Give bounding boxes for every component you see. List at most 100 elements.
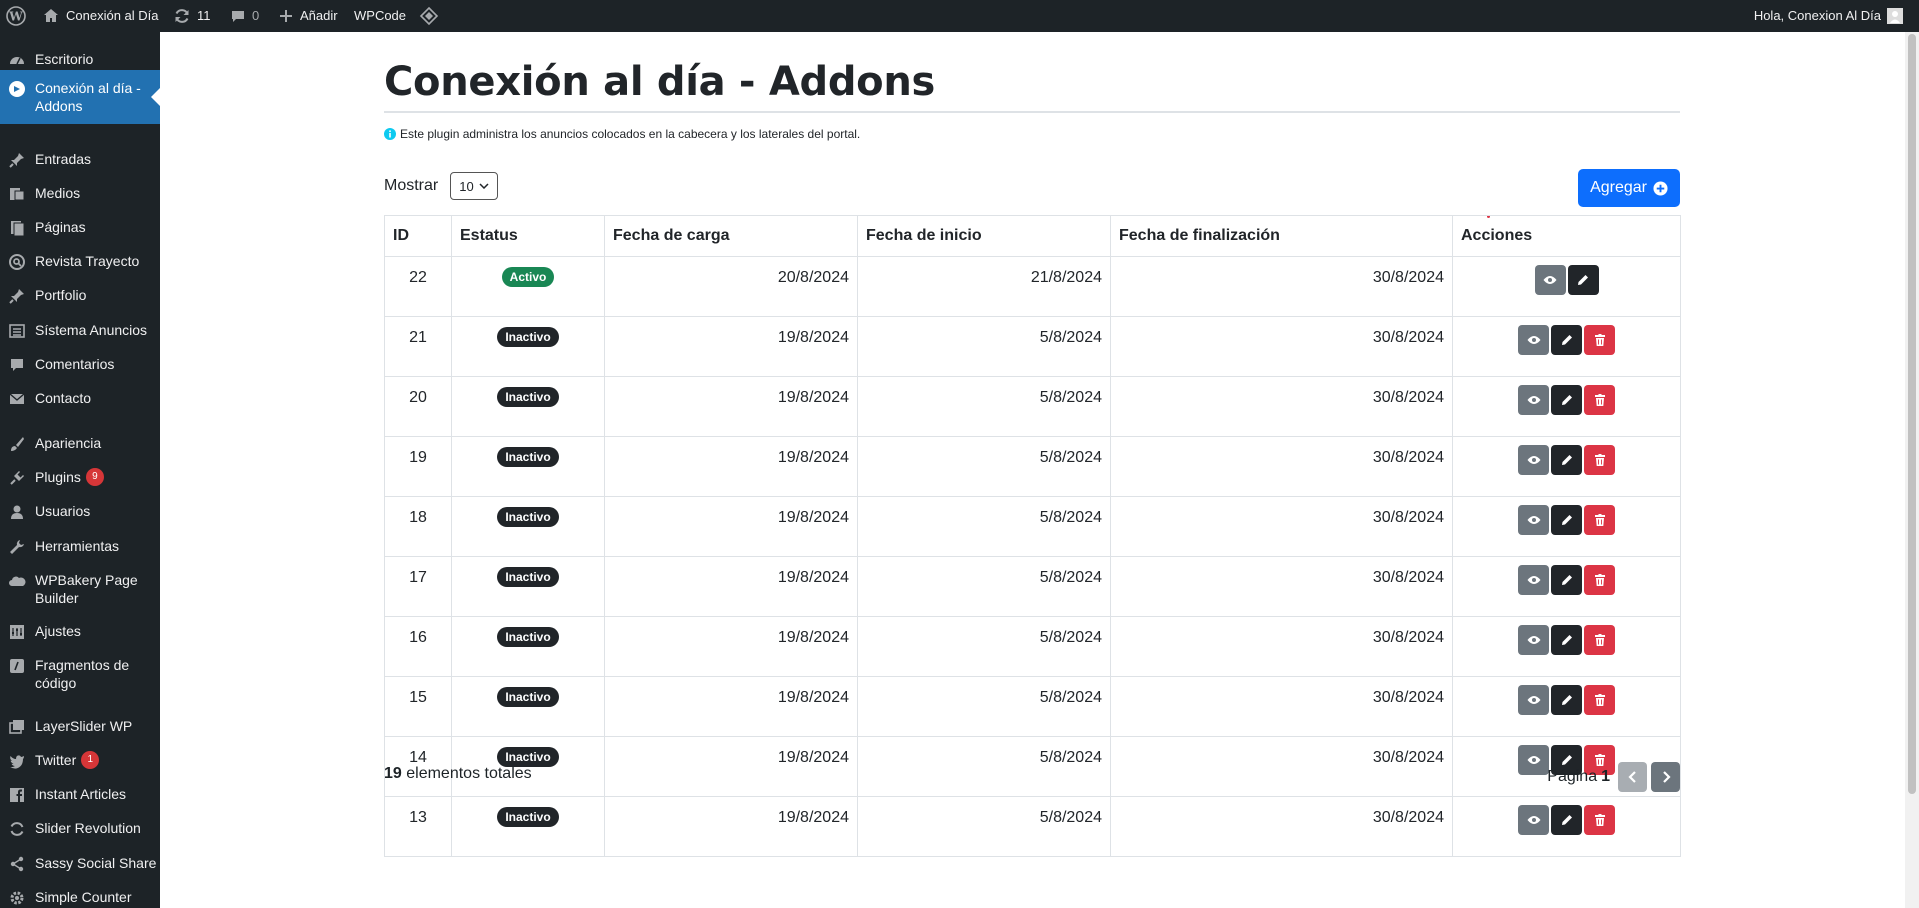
col-header-fecha-fin[interactable]: Fecha de finalización [1110, 215, 1453, 257]
sidebar-item-slider-revolution[interactable]: Slider Revolution [0, 819, 160, 839]
updates-link[interactable]: 11 [173, 0, 211, 32]
view-button[interactable] [1518, 505, 1549, 535]
status-badge: Inactivo [497, 807, 559, 827]
sidebar-item-label: Escritorio [35, 51, 94, 67]
edit-button[interactable] [1567, 265, 1599, 295]
cell-fecha-fin: 30/8/2024 [1110, 676, 1453, 737]
edit-button[interactable] [1551, 325, 1582, 355]
table-header-row: ID Estatus Fecha de carga Fecha de inici… [384, 215, 1681, 257]
pencil-icon [1561, 395, 1572, 405]
comment-icon [7, 355, 27, 375]
wordpress-logo-icon[interactable]: W [6, 0, 26, 32]
delete-button[interactable] [1584, 325, 1615, 355]
pagination: Página 1 [1547, 762, 1680, 792]
edit-button[interactable] [1551, 625, 1582, 655]
view-button[interactable] [1518, 445, 1549, 475]
sidebar-item-layerslider[interactable]: LayerSlider WP [0, 717, 160, 737]
view-button[interactable] [1518, 685, 1549, 715]
scrollbar-thumb[interactable] [1908, 34, 1916, 794]
page-scrollbar[interactable] [1905, 32, 1919, 908]
view-button[interactable] [1518, 325, 1549, 355]
sidebar-item-contacto[interactable]: Contacto [0, 389, 160, 409]
sidebar-item-simple-counter[interactable]: Simple Counter [0, 888, 160, 908]
pencil-icon [1561, 335, 1572, 345]
sidebar-item-medios[interactable]: Medios [0, 184, 160, 204]
col-header-fecha-carga[interactable]: Fecha de carga [604, 215, 858, 257]
sidebar-item-plugins[interactable]: Plugins 9 [0, 468, 160, 488]
edit-button[interactable] [1551, 805, 1582, 835]
cell-status: Activo [451, 256, 605, 317]
sidebar-item-fragmentos[interactable]: Fragmentos de código [0, 656, 160, 692]
col-header-id[interactable]: ID [384, 215, 452, 257]
sidebar-item-sistema-anuncios[interactable]: Sístema Anuncios [0, 321, 160, 341]
edit-button[interactable] [1551, 445, 1582, 475]
sidebar-item-wpbakery[interactable]: WPBakery Page Builder [0, 571, 160, 607]
delete-button[interactable] [1584, 685, 1615, 715]
delete-button[interactable] [1584, 805, 1615, 835]
cell-acciones [1452, 256, 1681, 317]
sidebar-item-sassy-social-share[interactable]: Sassy Social Share [0, 854, 160, 874]
view-button[interactable] [1518, 385, 1549, 415]
sidebar-item-addons[interactable]: Conexión al día - Addons [0, 70, 160, 124]
total-label: elementos totales [406, 765, 532, 782]
sidebar-item-apariencia[interactable]: Apariencia [0, 434, 160, 454]
view-button[interactable] [1518, 625, 1549, 655]
delete-button[interactable] [1584, 565, 1615, 595]
cell-acciones [1452, 496, 1681, 557]
add-new-link[interactable]: Añadir [278, 0, 338, 32]
delete-button[interactable] [1584, 385, 1615, 415]
status-badge: Inactivo [497, 687, 559, 707]
edit-button[interactable] [1551, 385, 1582, 415]
edit-button[interactable] [1551, 565, 1582, 595]
sidebar-item-herramientas[interactable]: Herramientas [0, 537, 160, 557]
add-button[interactable]: Agregar [1578, 169, 1680, 207]
col-header-estatus[interactable]: Estatus [451, 215, 605, 257]
pin-icon [7, 150, 27, 170]
delete-button[interactable] [1584, 625, 1615, 655]
sidebar-item-label: Sístema Anuncios [35, 322, 148, 338]
trash-icon [1594, 514, 1605, 526]
pages-icon [7, 218, 27, 238]
info-icon [384, 128, 396, 140]
view-button[interactable] [1518, 805, 1549, 835]
sidebar-item-paginas[interactable]: Páginas [0, 218, 160, 238]
home-icon [44, 9, 58, 22]
sidebar-item-twitter[interactable]: Twitter 1 [0, 751, 160, 771]
view-button[interactable] [1518, 745, 1549, 775]
view-button[interactable] [1534, 265, 1566, 295]
mail-icon [7, 389, 27, 409]
sidebar-item-entradas[interactable]: Entradas [0, 150, 160, 170]
sidebar-item-usuarios[interactable]: Usuarios [0, 502, 160, 522]
delete-button[interactable] [1584, 445, 1615, 475]
page-size-value: 10 [459, 178, 474, 194]
my-account-link[interactable]: Hola, Conexion Al Día [1754, 0, 1903, 32]
cell-fecha-carga: 19/8/2024 [604, 556, 858, 617]
edit-button[interactable] [1551, 685, 1582, 715]
diamond-icon[interactable] [419, 0, 439, 32]
cell-acciones [1452, 436, 1681, 497]
sidebar-item-label: Simple Counter [35, 889, 132, 905]
pencil-icon [1561, 575, 1572, 585]
sidebar-item-portfolio[interactable]: Portfolio [0, 286, 160, 306]
sidebar-item-instant-articles[interactable]: Instant Articles [0, 785, 160, 805]
comments-link[interactable]: 0 [230, 0, 259, 32]
next-page-button[interactable] [1651, 762, 1680, 792]
edit-button[interactable] [1551, 505, 1582, 535]
sidebar-item-ajustes[interactable]: Ajustes [0, 622, 160, 642]
page-size-select[interactable]: 10 [450, 172, 499, 200]
info-note: Este plugin administra los anuncios colo… [384, 127, 860, 141]
sidebar-item-revista-trayecto[interactable]: Revista Trayecto [0, 252, 160, 272]
trash-icon [1594, 694, 1605, 706]
col-header-fecha-inicio[interactable]: Fecha de inicio [857, 215, 1111, 257]
table-row: 15 Inactivo 19/8/2024 5/8/2024 30/8/2024 [384, 676, 1681, 737]
delete-button[interactable] [1584, 505, 1615, 535]
view-button[interactable] [1518, 565, 1549, 595]
cell-fecha-inicio: 5/8/2024 [857, 676, 1111, 737]
site-name-link[interactable]: Conexión al Día [42, 0, 159, 32]
sidebar-item-label: Slider Revolution [35, 820, 141, 836]
cell-fecha-inicio: 5/8/2024 [857, 376, 1111, 437]
sidebar-item-comentarios[interactable]: Comentarios [0, 355, 160, 375]
sidebar-item-escritorio[interactable]: Escritorio [0, 50, 160, 70]
wpcode-link[interactable]: WPCode [354, 0, 406, 32]
prev-page-button[interactable] [1618, 762, 1647, 792]
